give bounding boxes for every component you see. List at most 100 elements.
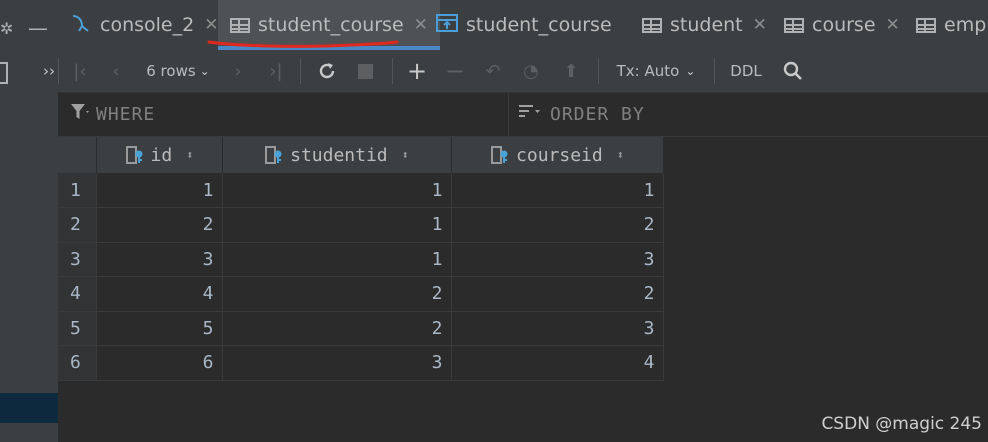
more-toolbar-button[interactable]: ›› [34, 50, 64, 92]
close-icon[interactable]: ✕ [204, 15, 218, 35]
table-row[interactable]: 2 2 1 2 [58, 207, 664, 243]
selected-tree-item[interactable] [0, 393, 58, 423]
order-by-input[interactable]: ORDER BY [518, 93, 978, 136]
panel-icon[interactable] [0, 62, 8, 84]
row-number[interactable]: 6 [58, 345, 97, 381]
close-icon[interactable]: ✕ [753, 15, 767, 35]
cell-courseid[interactable]: 4 [451, 345, 664, 381]
filter-icon [70, 103, 90, 126]
previous-page-icon[interactable]: ‹ [104, 50, 128, 92]
table-row[interactable]: 4 4 2 2 [58, 276, 664, 312]
toolbar-separator [714, 58, 715, 84]
stop-icon[interactable] [352, 50, 378, 92]
tab-emp[interactable]: emp [916, 0, 986, 50]
where-filter-input[interactable]: WHERE [70, 93, 500, 136]
table-icon [916, 17, 936, 33]
row-number[interactable]: 2 [58, 207, 97, 243]
toolbar-separator [598, 58, 599, 84]
row-number[interactable]: 5 [58, 311, 97, 346]
row-number[interactable]: 1 [58, 173, 97, 208]
primary-key-icon [125, 145, 145, 165]
sort-arrows-icon[interactable]: ⬍ [617, 148, 624, 162]
sort-arrows-icon[interactable]: ⬍ [402, 148, 409, 162]
key-icon [490, 145, 510, 165]
cell-id[interactable]: 2 [96, 207, 223, 243]
filter-separator [508, 93, 509, 136]
table-row[interactable]: 5 5 2 3 [58, 311, 664, 346]
cell-studentid[interactable]: 2 [222, 311, 452, 346]
first-page-icon[interactable]: |‹ [68, 50, 92, 92]
sort-lines-icon [518, 104, 542, 125]
grid-header-row: id ⬍ studentid ⬍ courseid ⬍ [58, 137, 664, 173]
cell-studentid[interactable]: 3 [222, 345, 452, 381]
filter-row: WHERE ORDER BY [58, 93, 988, 137]
close-icon[interactable]: ✕ [414, 15, 428, 35]
chevron-down-icon: ⌄ [199, 64, 210, 78]
cell-id[interactable]: 4 [96, 276, 223, 312]
cell-studentid[interactable]: 2 [222, 276, 452, 312]
refresh-icon[interactable] [312, 50, 342, 92]
cell-studentid[interactable]: 1 [222, 207, 452, 243]
tab-student-course-diagram[interactable]: student_course [436, 0, 612, 50]
table-row[interactable]: 1 1 1 1 [58, 173, 664, 208]
search-icon[interactable] [778, 50, 808, 92]
tx-mode-label: Tx: Auto [616, 62, 680, 80]
rows-count-label: 6 rows [146, 62, 196, 80]
minimize-icon[interactable]: — [28, 16, 48, 40]
cell-courseid[interactable]: 3 [451, 242, 664, 277]
preview-pending-icon[interactable]: ◔ [518, 50, 544, 92]
tab-course[interactable]: course ✕ [784, 0, 900, 50]
watermark: CSDN @magic 245 [821, 414, 982, 434]
ddl-label: DDL [730, 62, 762, 80]
order-by-label: ORDER BY [550, 104, 645, 125]
row-number[interactable]: 3 [58, 242, 97, 277]
cell-id[interactable]: 5 [96, 311, 223, 346]
table-icon [230, 17, 250, 33]
cell-id[interactable]: 6 [96, 345, 223, 381]
sort-arrows-icon[interactable]: ⬍ [186, 148, 193, 162]
grid-corner[interactable] [58, 137, 97, 173]
transaction-mode-dropdown[interactable]: Tx: Auto ⌄ [610, 50, 702, 92]
cell-id[interactable]: 1 [96, 173, 223, 208]
column-name: courseid [516, 144, 603, 166]
table-row[interactable]: 6 6 3 4 [58, 345, 664, 381]
tab-student[interactable]: student ✕ [642, 0, 767, 50]
next-page-icon[interactable]: › [226, 50, 250, 92]
row-number[interactable]: 4 [58, 276, 97, 312]
delete-row-icon[interactable]: − [442, 50, 468, 92]
editor-tab-bar: console_2 ✕ student_course ✕ student_cou… [58, 0, 988, 50]
tab-label: student_course [466, 14, 612, 36]
tab-console-2[interactable]: console_2 ✕ [70, 0, 218, 50]
rows-count-dropdown[interactable]: 6 rows ⌄ [142, 50, 214, 92]
cell-studentid[interactable]: 1 [222, 242, 452, 277]
table-row[interactable]: 3 3 1 3 [58, 242, 664, 277]
column-header-courseid[interactable]: courseid ⬍ [451, 137, 664, 173]
cell-studentid[interactable]: 1 [222, 173, 452, 208]
add-row-icon[interactable]: + [404, 50, 430, 92]
submit-icon[interactable]: ⬆ [558, 50, 584, 92]
tab-label: student [670, 14, 743, 36]
last-page-icon[interactable]: ›| [262, 50, 290, 92]
close-icon[interactable]: ✕ [886, 15, 900, 35]
revert-icon[interactable]: ↶ [480, 50, 506, 92]
cell-id[interactable]: 3 [96, 242, 223, 277]
cell-courseid[interactable]: 1 [451, 173, 664, 208]
gear-icon[interactable]: ✲ [0, 18, 13, 40]
chevron-down-icon: ⌄ [685, 64, 696, 78]
toolbar-separator [58, 58, 59, 84]
tab-label: student_course [258, 14, 404, 36]
column-header-studentid[interactable]: studentid ⬍ [222, 137, 452, 173]
column-name: id [150, 144, 173, 166]
ddl-button[interactable]: DDL [726, 50, 766, 92]
console-icon [70, 12, 92, 39]
toolbar-separator [300, 58, 301, 84]
cell-courseid[interactable]: 2 [451, 276, 664, 312]
tab-label: console_2 [100, 14, 195, 36]
red-annotation-underline [207, 40, 399, 48]
table-icon [642, 17, 662, 33]
tab-label: course [812, 14, 876, 36]
column-header-id[interactable]: id ⬍ [96, 137, 223, 173]
where-label: WHERE [96, 104, 156, 125]
cell-courseid[interactable]: 2 [451, 207, 664, 243]
cell-courseid[interactable]: 3 [451, 311, 664, 346]
